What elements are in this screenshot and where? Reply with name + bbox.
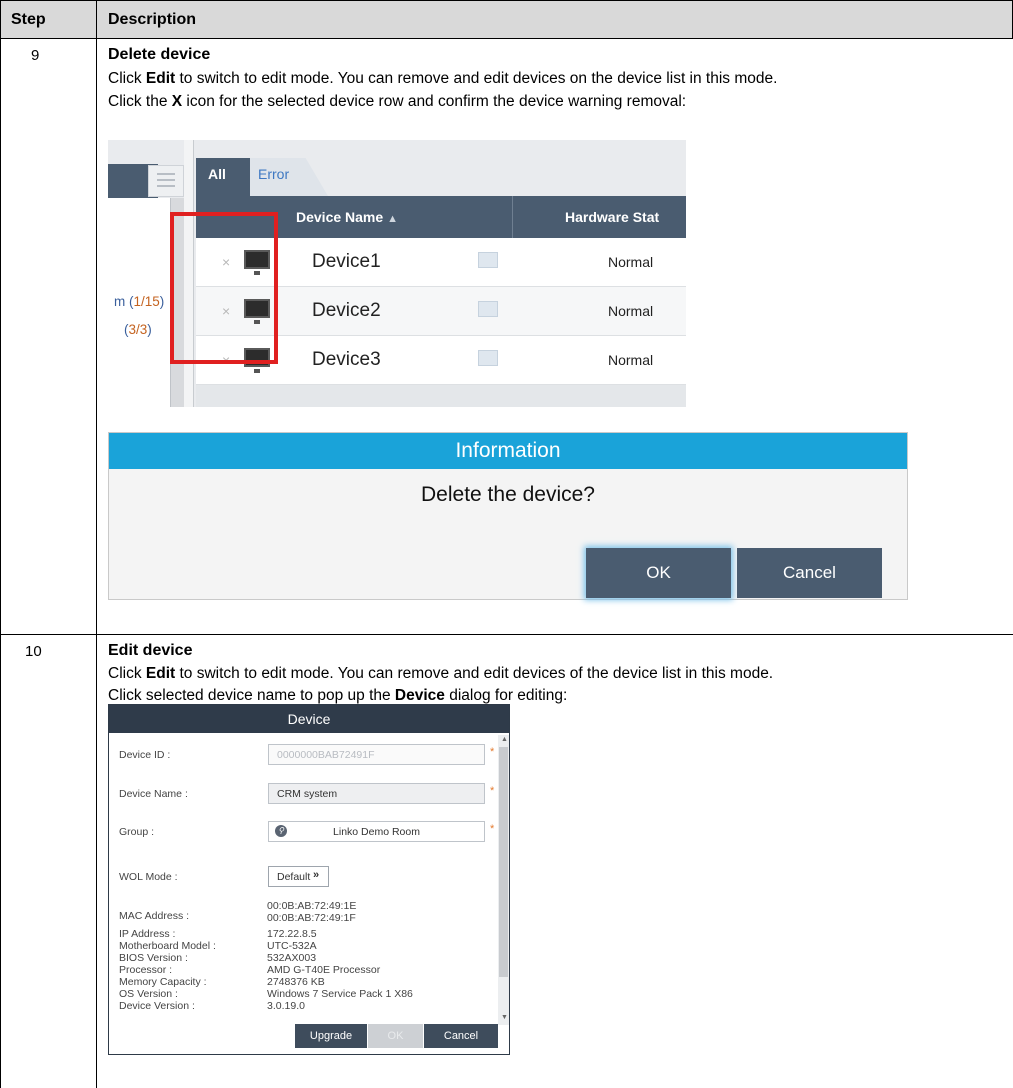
tree-item-group-2[interactable]: (3/3) xyxy=(124,322,152,337)
hardware-status: Normal xyxy=(608,254,654,270)
memory-value: 2748376 KB xyxy=(267,976,325,988)
hardware-status: Normal xyxy=(608,352,654,368)
processor-value: AMD G-T40E Processor xyxy=(267,964,381,976)
column-device-name[interactable]: Device Name ▲ xyxy=(296,209,398,225)
bios-version-label: BIOS Version : xyxy=(119,952,188,964)
bios-version-value: 532AX003 xyxy=(267,952,317,964)
device-id-field: 0000000BAB72491F xyxy=(268,744,485,765)
ip-address-label: IP Address : xyxy=(119,928,176,940)
device-name[interactable]: Device1 xyxy=(312,251,381,273)
header-step-label: Step xyxy=(11,11,46,28)
dialog-title: Information xyxy=(109,433,907,469)
motherboard-value: UTC-532A xyxy=(267,940,317,952)
column-separator xyxy=(512,196,513,238)
memory-label: Memory Capacity : xyxy=(119,976,207,988)
hardware-status: Normal xyxy=(608,303,654,319)
mac-address-value-2: 00:0B:AB:72:49:1F xyxy=(267,912,356,924)
upgrade-button[interactable]: Upgrade xyxy=(295,1024,367,1048)
header-description: Description xyxy=(96,0,1013,39)
scrollbar-thumb[interactable] xyxy=(499,747,508,977)
remote-desktop-icon[interactable] xyxy=(478,252,498,268)
ok-button[interactable]: OK xyxy=(586,548,731,598)
device-name[interactable]: Device3 xyxy=(312,349,381,371)
step-title-edit-device: Edit device xyxy=(108,642,193,659)
table-footer xyxy=(196,385,686,407)
scroll-down-icon[interactable]: ▼ xyxy=(501,1014,508,1021)
tree-item-group-1[interactable]: m (1/15) xyxy=(114,294,164,309)
device-name-label: Device Name : xyxy=(119,788,188,800)
wol-mode-label: WOL Mode : xyxy=(119,871,178,883)
step9-instruction-1: Click Edit to switch to edit mode. You c… xyxy=(108,70,778,87)
ok-button[interactable]: OK xyxy=(368,1024,423,1048)
device-name-field[interactable]: CRM system xyxy=(268,783,485,804)
os-version-value: Windows 7 Service Pack 1 X86 xyxy=(267,988,413,1000)
step-number-9: 9 xyxy=(31,47,40,64)
list-view-icon[interactable] xyxy=(148,165,184,197)
header-step: Step xyxy=(0,0,97,39)
device-version-value: 3.0.19.0 xyxy=(267,1000,305,1012)
wol-mode-select[interactable]: Default» xyxy=(268,866,329,887)
device-dialog: Device Device ID : 0000000BAB72491F * De… xyxy=(108,704,510,1055)
column-hardware-status[interactable]: Hardware Stat xyxy=(565,209,659,225)
tab-error[interactable]: Error xyxy=(248,158,328,196)
step9-instruction-2: Click the X icon for the selected device… xyxy=(108,93,687,110)
table-left-border xyxy=(0,39,1,1088)
required-mark: * xyxy=(490,823,495,835)
sort-ascending-icon: ▲ xyxy=(387,213,399,225)
motherboard-label: Motherboard Model : xyxy=(119,940,216,952)
dialog-message: Delete the device? xyxy=(421,483,595,506)
procedure-table: Step Description 9 Delete device Click E… xyxy=(0,0,1013,1088)
group-field[interactable]: ⚲ Linko Demo Room xyxy=(268,821,485,842)
cancel-button[interactable]: Cancel xyxy=(424,1024,498,1048)
highlight-box xyxy=(170,212,278,364)
step-title-delete-device: Delete device xyxy=(108,46,211,63)
ip-address-value: 172.22.8.5 xyxy=(267,928,317,940)
device-name[interactable]: Device2 xyxy=(312,300,381,322)
device-version-label: Device Version : xyxy=(119,1000,195,1012)
step-number-10: 10 xyxy=(25,643,42,660)
column-divider xyxy=(96,39,97,1088)
information-dialog: Information Delete the device? OK Cancel xyxy=(108,432,908,600)
device-id-label: Device ID : xyxy=(119,749,171,761)
row-divider xyxy=(0,634,1013,635)
chevron-down-icon: » xyxy=(313,869,320,881)
mac-address-value-1: 00:0B:AB:72:49:1E xyxy=(267,900,357,912)
required-mark: * xyxy=(490,746,495,758)
remote-desktop-icon[interactable] xyxy=(478,301,498,317)
group-label: Group : xyxy=(119,826,155,838)
mac-address-label: MAC Address : xyxy=(119,910,190,922)
device-dialog-title: Device xyxy=(109,705,509,733)
step10-instruction-1: Click Edit to switch to edit mode. You c… xyxy=(108,665,774,682)
os-version-label: OS Version : xyxy=(119,988,178,1000)
step10-instruction-2: Click selected device name to pop up the… xyxy=(108,687,568,704)
required-mark: * xyxy=(490,785,495,797)
remote-desktop-icon[interactable] xyxy=(478,350,498,366)
processor-label: Processor : xyxy=(119,964,173,976)
header-description-label: Description xyxy=(108,11,197,28)
cancel-button[interactable]: Cancel xyxy=(737,548,882,598)
scroll-up-icon[interactable]: ▲ xyxy=(501,736,508,743)
tab-all[interactable]: All xyxy=(196,158,250,196)
